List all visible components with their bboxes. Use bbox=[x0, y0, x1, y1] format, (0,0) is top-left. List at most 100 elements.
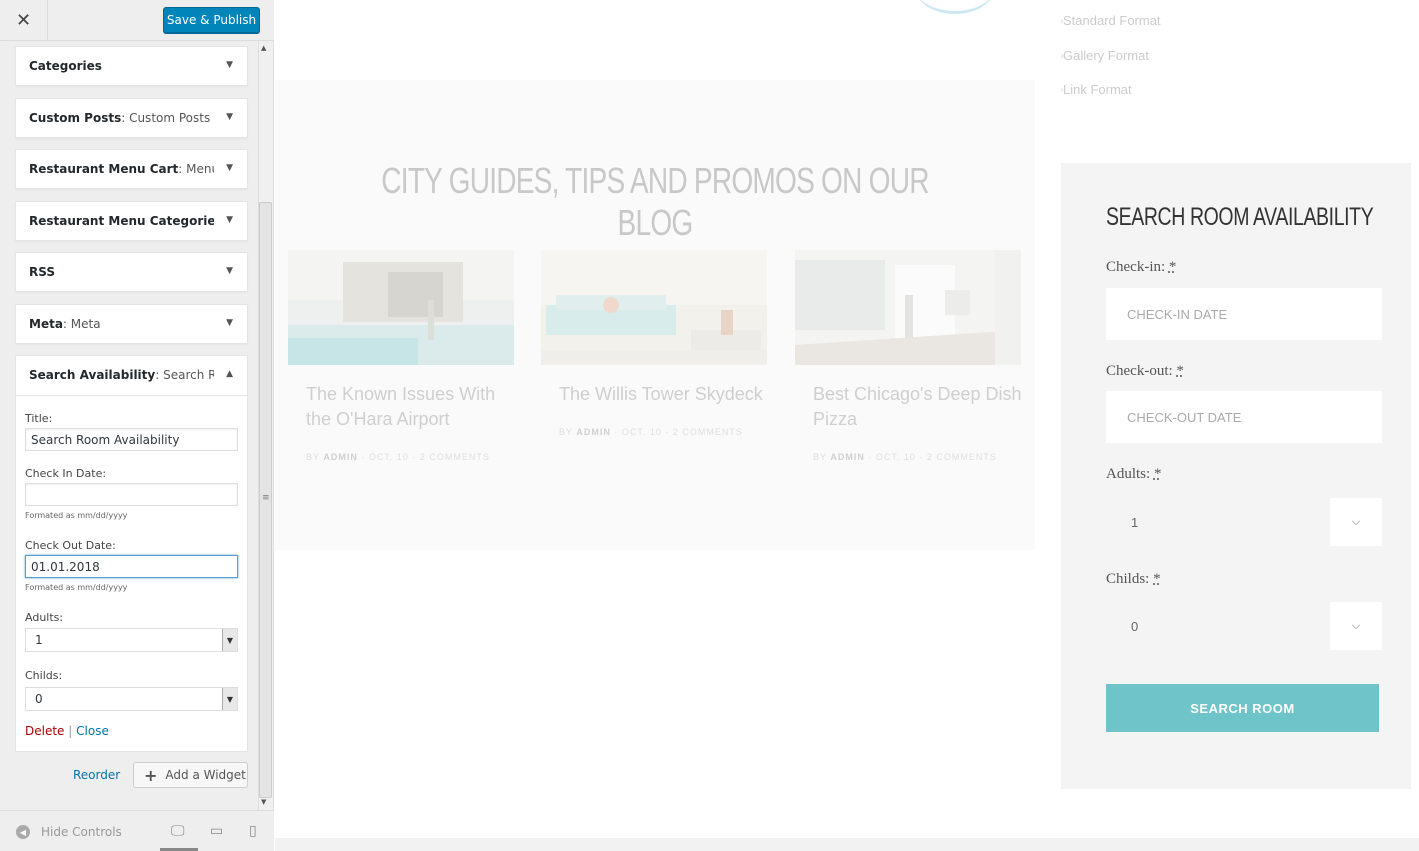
caret-down-icon[interactable]: ▼ bbox=[226, 318, 233, 328]
post-image-living-room[interactable] bbox=[541, 250, 767, 365]
post-title[interactable]: The Known Issues With the O'Hara Airport bbox=[306, 382, 516, 432]
add-widget-button[interactable]: + Add a Widget bbox=[133, 762, 248, 788]
tablet-icon[interactable]: ▭ bbox=[210, 823, 223, 839]
check-in-label: Check-in: * bbox=[1106, 259, 1176, 276]
format-link-standard[interactable]: Standard Format bbox=[1063, 13, 1161, 28]
search-panel-title: SEARCH ROOM AVAILABILITY bbox=[1106, 203, 1374, 231]
post-date: OCT. 10 bbox=[621, 427, 662, 437]
hide-controls-button[interactable]: ◀ Hide Controls bbox=[16, 825, 122, 839]
post-author[interactable]: ADMIN bbox=[576, 427, 611, 437]
required-mark: * bbox=[1153, 571, 1161, 587]
dropdown-arrow-icon[interactable]: ▼ bbox=[222, 688, 237, 710]
post-meta: BY ADMIN · OCT. 10 · 2 COMMENTS bbox=[559, 427, 743, 437]
dropdown-arrow-icon[interactable]: ▼ bbox=[222, 629, 237, 651]
customizer-header: ✕ Save & Publish bbox=[0, 0, 274, 41]
check-out-label-text: Check-out: bbox=[1106, 363, 1173, 379]
caret-up-icon[interactable]: ▲ bbox=[226, 369, 233, 379]
widget-subtitle: : Search Ro... bbox=[155, 368, 214, 382]
childs-label: Childs: * bbox=[1106, 571, 1161, 588]
save-publish-button[interactable]: Save & Publish bbox=[163, 7, 260, 33]
widget-title: Custom Posts bbox=[29, 111, 122, 125]
post-author[interactable]: ADMIN bbox=[830, 452, 865, 462]
widget-meta[interactable]: Meta: Meta ▼ bbox=[15, 304, 248, 344]
post-comments[interactable]: 2 COMMENTS bbox=[673, 427, 743, 437]
title-label: Title: bbox=[25, 412, 53, 425]
caret-down-icon[interactable]: ▼ bbox=[226, 60, 233, 70]
widget-rss[interactable]: RSS ▼ bbox=[15, 252, 248, 292]
childs-label: Childs: bbox=[25, 669, 63, 682]
format-link-link[interactable]: Link Format bbox=[1063, 82, 1132, 97]
childs-label-text: Childs: bbox=[1106, 571, 1150, 587]
blog-heading: CITY GUIDES, TIPS AND PROMOS ON OUR BLOG bbox=[381, 160, 929, 243]
post-title[interactable]: The Willis Tower Skydeck bbox=[559, 382, 769, 407]
widget-title: Search Availability bbox=[29, 368, 156, 382]
format-link-gallery[interactable]: Gallery Format bbox=[1063, 48, 1149, 63]
adults-label-text: Adults: bbox=[1106, 466, 1151, 482]
adults-label: Adults: * bbox=[1106, 466, 1161, 483]
check-out-date-hint: Formated as mm/dd/yyyy bbox=[25, 583, 128, 592]
adults-label: Adults: bbox=[25, 611, 64, 624]
widget-restaurant-menu-cart[interactable]: Restaurant Menu Cart: Menu ... ▼ bbox=[15, 149, 248, 189]
caret-down-icon[interactable]: ▼ bbox=[226, 266, 233, 276]
post-author[interactable]: ADMIN bbox=[323, 452, 358, 462]
post-image-pool-house[interactable] bbox=[288, 250, 514, 365]
check-in-date-hint: Formated as mm/dd/yyyy bbox=[25, 511, 128, 520]
adults-value: 1 bbox=[1131, 514, 1139, 530]
widget-header[interactable]: Search Availability: Search Ro... ▲ bbox=[16, 356, 247, 396]
post-title[interactable]: Best Chicago's Deep Dish Pizza bbox=[813, 382, 1028, 432]
required-mark: * bbox=[1176, 363, 1184, 379]
title-input[interactable]: Search Room Availability bbox=[25, 428, 238, 451]
check-out-input[interactable]: CHECK-OUT DATE bbox=[1106, 391, 1382, 443]
childs-select[interactable]: 0 ⌵ bbox=[1106, 602, 1382, 650]
decorative-arc bbox=[915, 0, 995, 14]
caret-down-icon[interactable]: ▼ bbox=[226, 112, 233, 122]
childs-value: 0 bbox=[35, 692, 43, 706]
delete-link[interactable]: Delete bbox=[25, 724, 64, 738]
search-room-button[interactable]: SEARCH ROOM bbox=[1106, 684, 1379, 732]
widget-subtitle: : Custom Posts bbox=[121, 111, 211, 125]
site-preview: › Standard Format › Gallery Format › Lin… bbox=[275, 0, 1419, 851]
post-by: BY bbox=[559, 427, 573, 437]
check-out-date-label: Check Out Date: bbox=[25, 539, 116, 552]
post-meta: BY ADMIN · OCT. 10 · 2 COMMENTS bbox=[813, 452, 997, 462]
hide-controls-label: Hide Controls bbox=[41, 825, 122, 839]
post-comments[interactable]: 2 COMMENTS bbox=[927, 452, 997, 462]
add-widget-label: Add a Widget bbox=[165, 768, 246, 782]
separator: | bbox=[68, 724, 73, 738]
post-date: OCT. 10 bbox=[875, 452, 916, 462]
widget-subtitle: : Menu ... bbox=[178, 162, 214, 176]
widget-custom-posts[interactable]: Custom Posts: Custom Posts ▼ bbox=[15, 98, 248, 138]
widget-subtitle: : Meta bbox=[62, 317, 101, 331]
check-in-label-text: Check-in: bbox=[1106, 259, 1166, 275]
post-by: BY bbox=[306, 452, 320, 462]
desktop-icon[interactable]: 🖵 bbox=[171, 823, 185, 839]
search-availability-panel: SEARCH ROOM AVAILABILITY Check-in: * CHE… bbox=[1061, 163, 1411, 789]
chevron-down-icon[interactable]: ⌵ bbox=[1330, 498, 1382, 546]
check-out-date-input[interactable]: 01.01.2018 bbox=[25, 555, 238, 578]
check-in-input[interactable]: CHECK-IN DATE bbox=[1106, 288, 1382, 340]
widget-search-availability: Search Availability: Search Ro... ▲ Titl… bbox=[15, 355, 248, 752]
check-in-date-label: Check In Date: bbox=[25, 467, 107, 480]
footer-strip bbox=[275, 838, 1419, 851]
adults-select[interactable]: 1 ⌵ bbox=[1106, 498, 1382, 546]
scroll-up-icon[interactable]: ▲ bbox=[261, 44, 266, 52]
widget-restaurant-menu-categories[interactable]: Restaurant Menu Categories ▼ bbox=[15, 201, 248, 241]
widget-title: Meta bbox=[29, 317, 63, 331]
mobile-icon[interactable]: ▯ bbox=[249, 823, 257, 839]
close-icon[interactable]: ✕ bbox=[0, 0, 48, 41]
check-in-date-input[interactable] bbox=[25, 483, 238, 506]
childs-select[interactable]: 0 ▼ bbox=[25, 687, 238, 711]
widget-title: RSS bbox=[29, 265, 55, 279]
caret-down-icon[interactable]: ▼ bbox=[226, 215, 233, 225]
post-comments[interactable]: 2 COMMENTS bbox=[420, 452, 490, 462]
customizer-sidebar: ✕ Save & Publish Categories ▼ Custom Pos… bbox=[0, 0, 274, 851]
close-link[interactable]: Close bbox=[76, 724, 109, 738]
adults-select[interactable]: 1 ▼ bbox=[25, 628, 238, 652]
chevron-down-icon[interactable]: ⌵ bbox=[1330, 602, 1382, 650]
post-image-empty-room[interactable] bbox=[795, 250, 1021, 365]
check-out-label: Check-out: * bbox=[1106, 363, 1184, 380]
scroll-down-icon[interactable]: ▼ bbox=[261, 798, 266, 806]
widget-categories[interactable]: Categories ▼ bbox=[15, 46, 248, 86]
reorder-link[interactable]: Reorder bbox=[73, 768, 120, 782]
caret-down-icon[interactable]: ▼ bbox=[226, 163, 233, 173]
